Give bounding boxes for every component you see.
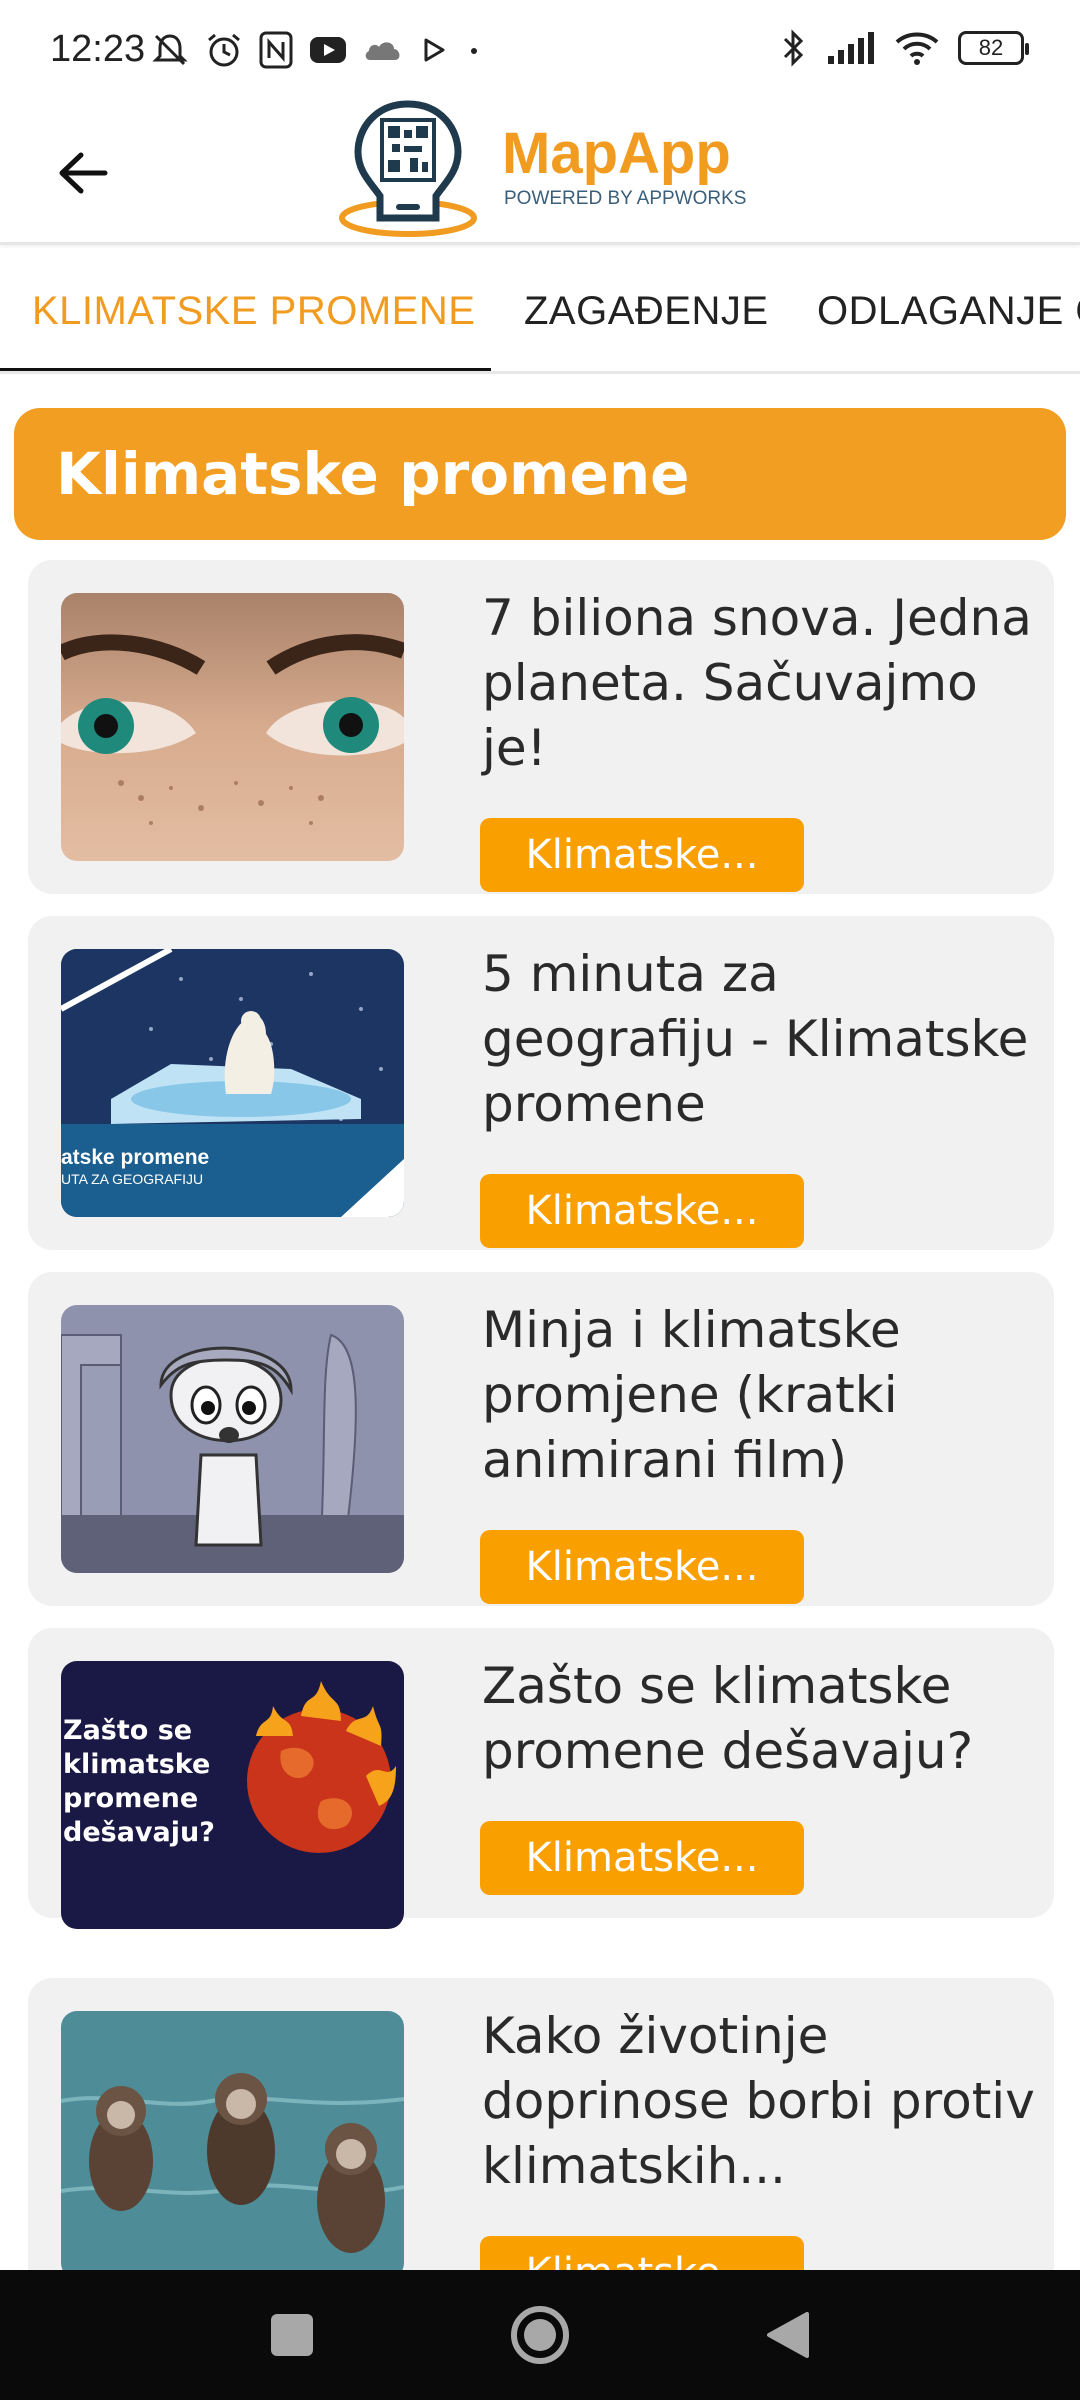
app-logo: MapApp POWERED BY APPWORKS [338,100,758,240]
video-title[interactable]: 5 minuta za geografiju - Klimatske prome… [482,942,1042,1137]
tab-label: ZAGAĐENJE [524,288,769,333]
status-bar: 12:23 82 [0,0,1080,100]
tab-zagadjenje[interactable]: ZAGAĐENJE [524,248,769,371]
nfc-icon [259,31,293,69]
square-icon [271,2314,313,2356]
video-card[interactable]: atske promene UTA ZA GEOGRAFIJU 5 minuta… [28,916,1054,1250]
thumbnail-caption-line-1: Zašto se [63,1715,192,1746]
thumbnail-caption-sub: UTA ZA GEOGRAFIJU [61,1171,203,1187]
battery-level: 82 [978,35,1004,60]
status-right-icons: 82 [780,28,1029,68]
burning-planet-thumbnail[interactable]: Zašto se klimatske promene dešavaju? [61,1661,404,1929]
thumbnail-caption-line-4: dešavaju? [63,1817,215,1848]
section-title: Klimatske promene [56,440,690,508]
category-tag-button[interactable]: Klimatske... [480,1821,804,1895]
thumbnail-caption-line-3: promene [63,1783,198,1814]
status-left-icons [150,30,486,70]
eyes-photo-thumbnail[interactable] [61,593,404,861]
category-tabs: KLIMATSKE PROMENE ZAGAĐENJE ODLAGANJE O [0,248,1080,374]
video-card[interactable]: Zašto se klimatske promene dešavaju? Zaš… [28,1628,1054,1929]
video-card[interactable]: Kako životinje doprinose borbi protiv kl… [28,1978,1054,2312]
video-card[interactable]: Minja i klimatske promjene (kratki animi… [28,1272,1054,1606]
cartoon-girl-thumbnail[interactable] [61,1305,404,1573]
alarm-icon [208,33,240,67]
lightbulb-phone-icon [339,100,477,237]
section-header: Klimatske promene [14,408,1066,540]
dot-icon [471,48,477,54]
thumbnail-caption-line-2: klimatske [63,1749,210,1780]
home-button[interactable] [500,2300,580,2370]
category-tag-button[interactable]: Klimatske... [480,818,804,892]
video-title[interactable]: Kako životinje doprinose borbi protiv kl… [482,2004,1042,2199]
back-button[interactable] [48,138,118,208]
category-tag-button[interactable]: Klimatske... [480,1530,804,1604]
triangle-back-icon [767,2312,809,2358]
logo-title: MapApp [502,121,731,186]
arrow-left-icon [59,152,108,194]
cloud-icon [365,42,400,60]
system-navigation-bar [0,2270,1080,2400]
polar-bear-photo-thumbnail[interactable]: atske promene UTA ZA GEOGRAFIJU [61,949,404,1217]
tab-klimatske-promene[interactable]: KLIMATSKE PROMENE [32,248,476,371]
video-title[interactable]: Minja i klimatske promjene (kratki animi… [482,1298,1042,1493]
play-icon [424,38,445,62]
video-title[interactable]: 7 biliona snova. Jedna planeta. Sačuvajm… [482,586,1042,781]
back-nav-button[interactable] [748,2300,828,2370]
app-bar: MapApp POWERED BY APPWORKS [0,100,1080,245]
tab-odlaganje[interactable]: ODLAGANJE O [817,248,1080,371]
status-time: 12:23 [50,28,146,70]
tab-label: ODLAGANJE O [817,288,1080,333]
video-card[interactable]: 7 biliona snova. Jedna planeta. Sačuvajm… [28,560,1054,894]
youtube-icon [310,37,346,63]
mute-icon [152,34,188,66]
recents-button[interactable] [252,2300,332,2370]
video-title[interactable]: Zašto se klimatske promene dešavaju? [482,1654,1042,1784]
bluetooth-icon [783,29,804,67]
category-tag-button[interactable]: Klimatske... [480,1174,804,1248]
tab-label: KLIMATSKE PROMENE [32,288,476,333]
sea-otters-thumbnail[interactable] [61,2011,404,2279]
circle-icon [511,2306,569,2364]
thumbnail-caption: atske promene [61,1146,209,1169]
signal-icon [828,32,874,64]
battery-indicator: 82 [958,31,1029,65]
logo-subtitle: POWERED BY APPWORKS [504,188,747,209]
active-tab-indicator [0,368,491,371]
wifi-icon [895,32,939,65]
